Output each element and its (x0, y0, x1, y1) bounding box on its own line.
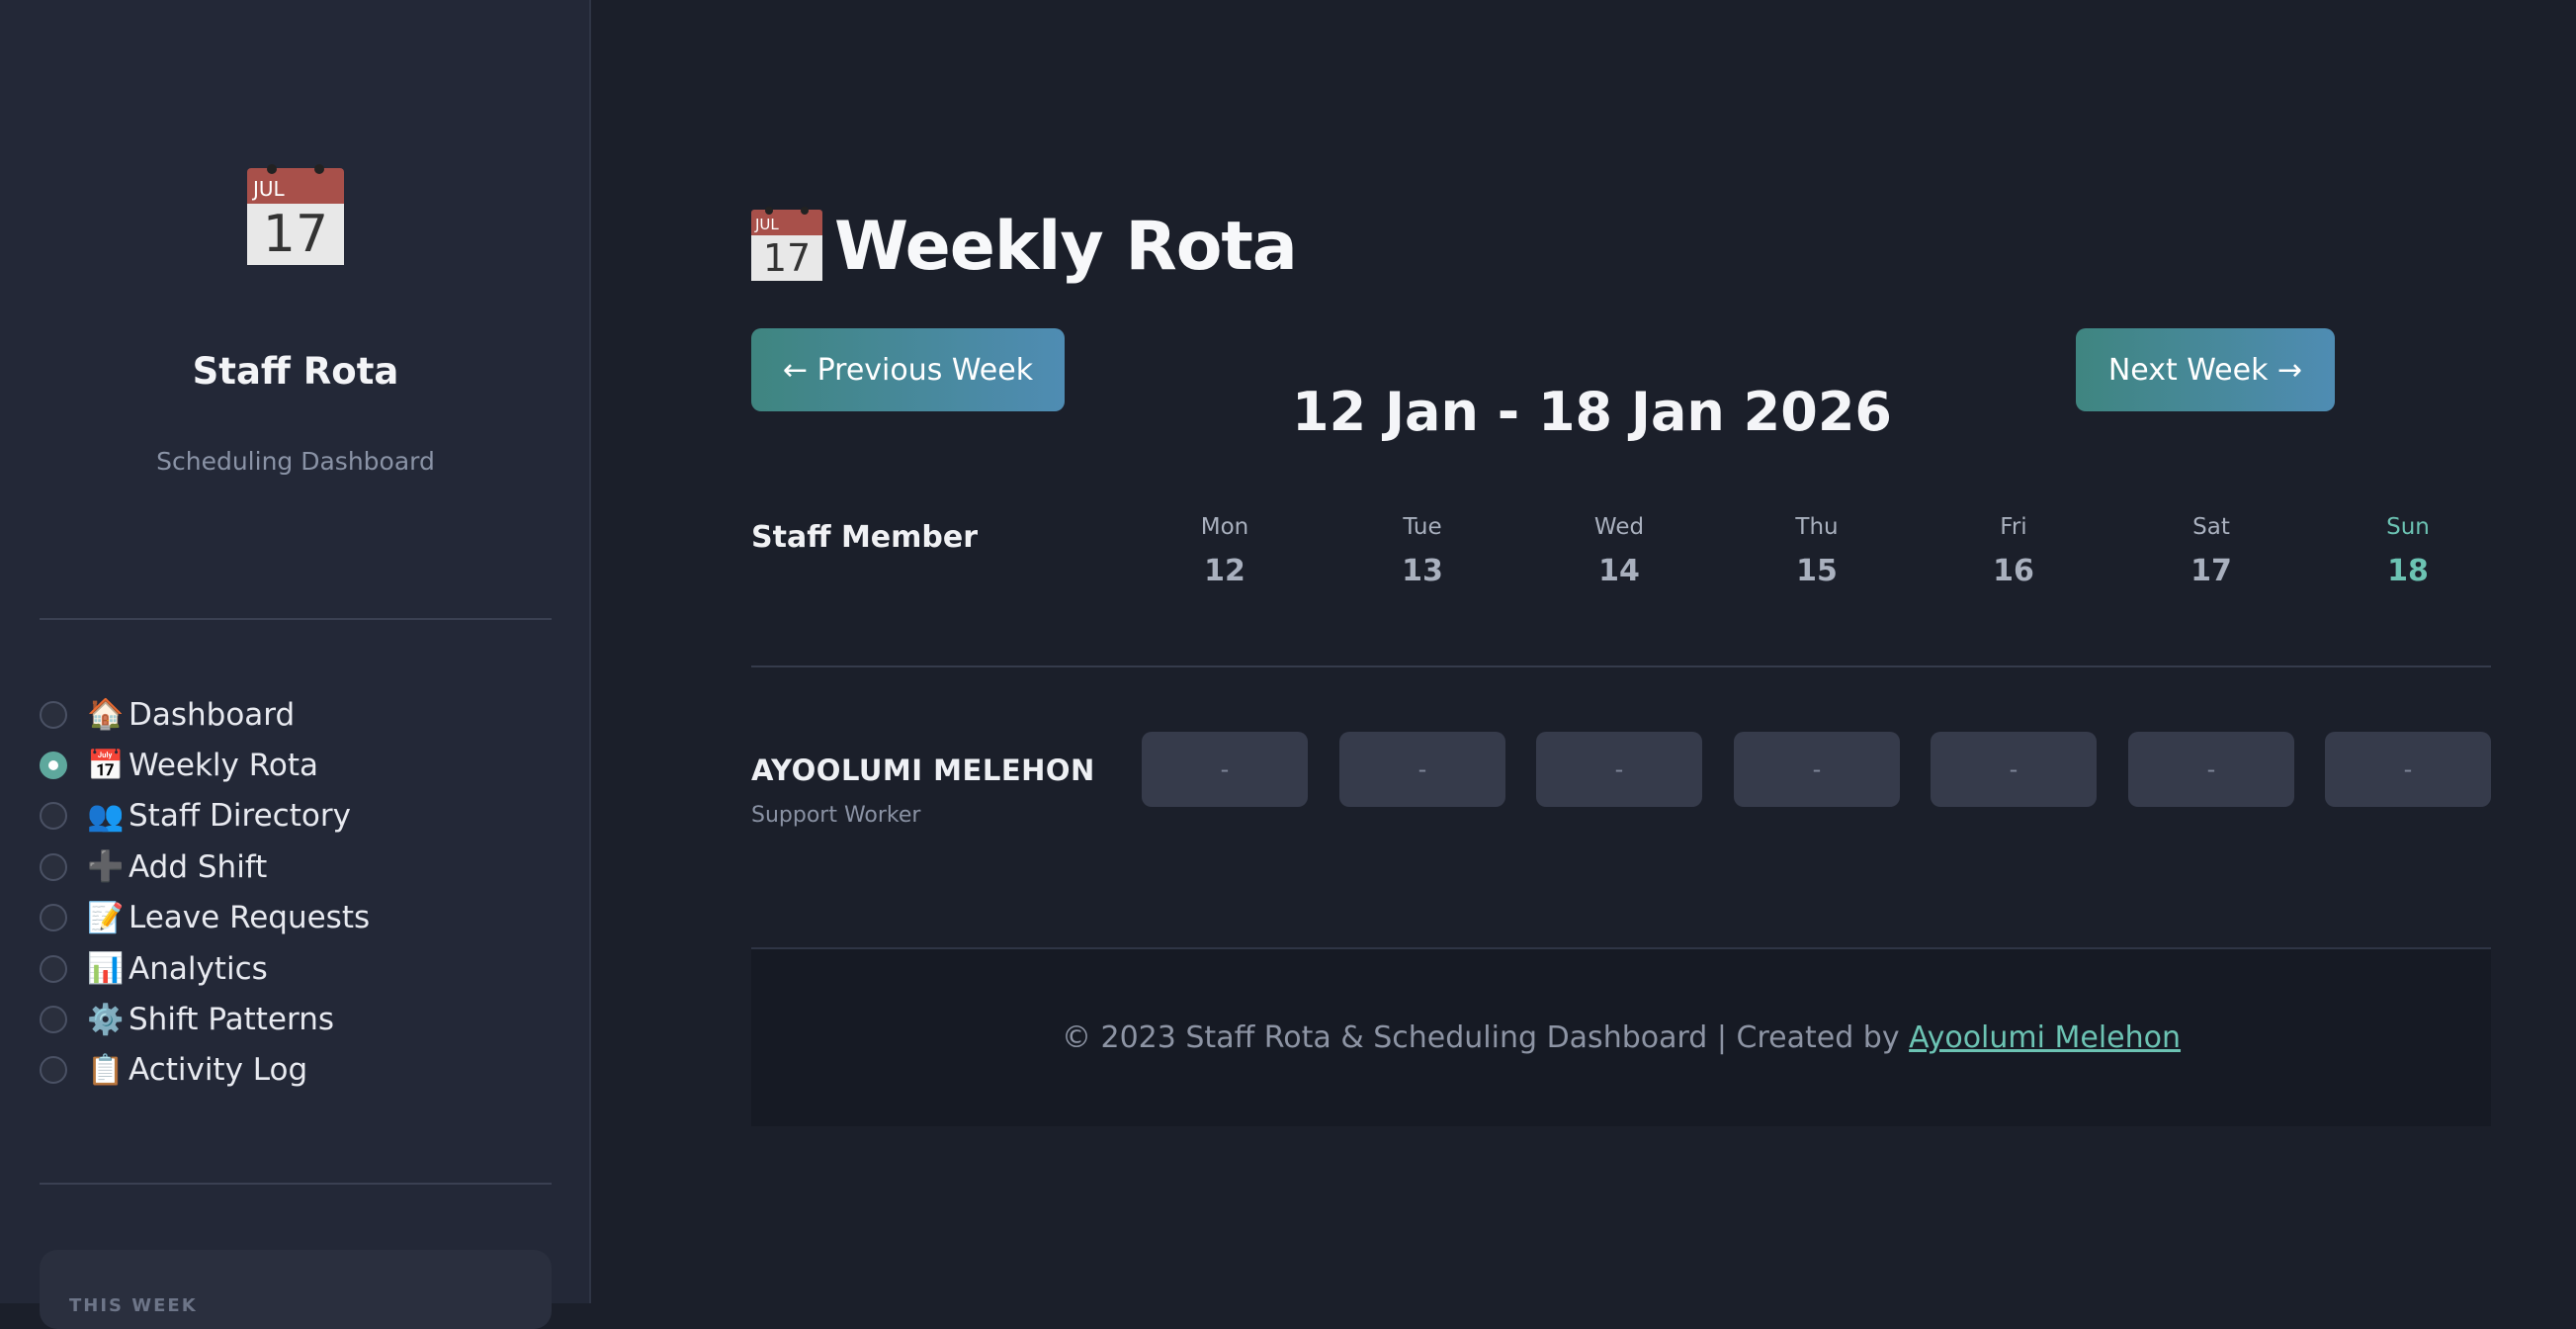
nav-item-staff-directory[interactable]: 👥 Staff Directory (40, 791, 370, 842)
shift-cell-mon[interactable]: - (1142, 732, 1308, 807)
footer-text: © 2023 Staff Rota & Scheduling Dashboard… (1061, 1020, 1910, 1055)
gear-icon: ⚙️ (87, 1002, 125, 1037)
shift-cell-wed[interactable]: - (1536, 732, 1702, 807)
main-content: JUL 17 Weekly Rota ← Previous Week Next … (593, 0, 2576, 1303)
day-header-sun: Sun 18 (2386, 514, 2430, 588)
nav-item-activity-log[interactable]: 📋 Activity Log (40, 1045, 370, 1096)
day-header-wed: Wed 14 (1593, 514, 1645, 588)
staff-role: Support Worker (751, 803, 921, 828)
page-title: JUL 17 Weekly Rota (751, 206, 1298, 286)
week-range: 12 Jan - 18 Jan 2026 (1292, 381, 1892, 443)
radio-button[interactable] (40, 1056, 67, 1085)
rota-divider (751, 665, 2491, 667)
radio-button[interactable] (40, 802, 67, 831)
staff-row: AYOOLUMI MELEHON Support Worker - - - - … (751, 730, 2491, 828)
radio-button[interactable] (40, 1006, 67, 1034)
app-title: Staff Rota (192, 350, 399, 393)
author-link[interactable]: Ayoolumi Melehon (1909, 1020, 2181, 1055)
radio-button[interactable] (40, 904, 67, 932)
nav-item-analytics[interactable]: 📊 Analytics (40, 943, 370, 994)
day-header-sat: Sat 17 (2190, 514, 2232, 588)
radio-button-selected[interactable] (40, 752, 67, 780)
calendar-icon: 📅 (87, 748, 125, 783)
staff-column-header: Staff Member (751, 520, 979, 555)
day-header-mon: Mon 12 (1200, 514, 1249, 588)
shift-cell-thu[interactable]: - (1734, 732, 1900, 807)
footer: © 2023 Staff Rota & Scheduling Dashboard… (751, 947, 2491, 1126)
nav-item-dashboard[interactable]: 🏠 Dashboard (40, 689, 370, 740)
rota-header: Staff Member Mon 12 Tue 13 Wed 14 Thu 15… (751, 514, 2491, 603)
this-week-card: THIS WEEK (40, 1250, 552, 1329)
bar-chart-icon: 📊 (87, 951, 125, 987)
shift-cell-sat[interactable]: - (2128, 732, 2294, 807)
sidebar-divider (40, 1183, 552, 1185)
calendar-icon: JUL 17 (247, 164, 344, 265)
memo-icon: 📝 (87, 900, 125, 935)
sidebar-logo: JUL 17 (0, 164, 591, 269)
radio-button[interactable] (40, 852, 67, 881)
calendar-icon: JUL 17 (751, 206, 822, 281)
shift-cell-fri[interactable]: - (1931, 732, 2097, 807)
radio-button[interactable] (40, 700, 67, 729)
people-icon: 👥 (87, 798, 125, 834)
sidebar: JUL 17 Staff Rota Scheduling Dashboard 🏠… (0, 0, 591, 1329)
shift-cell-tue[interactable]: - (1339, 732, 1505, 807)
sidebar-nav: 🏠 Dashboard 📅 Weekly Rota 👥 Staff Direct… (40, 689, 370, 1096)
nav-item-shift-patterns[interactable]: ⚙️ Shift Patterns (40, 994, 370, 1044)
shift-cell-sun[interactable]: - (2325, 732, 2491, 807)
nav-item-weekly-rota[interactable]: 📅 Weekly Rota (40, 740, 370, 790)
card-label: THIS WEEK (69, 1295, 198, 1316)
app-subtitle: Scheduling Dashboard (156, 447, 435, 476)
clipboard-icon: 📋 (87, 1052, 125, 1088)
sidebar-divider (40, 618, 552, 620)
nav-item-leave-requests[interactable]: 📝 Leave Requests (40, 893, 370, 943)
day-header-tue: Tue 13 (1402, 514, 1443, 588)
radio-button[interactable] (40, 954, 67, 983)
house-icon: 🏠 (87, 697, 125, 733)
day-header-thu: Thu 15 (1795, 514, 1839, 588)
plus-icon: ➕ (87, 849, 125, 885)
nav-item-add-shift[interactable]: ➕ Add Shift (40, 842, 370, 892)
staff-name: AYOOLUMI MELEHON (751, 753, 1095, 787)
day-header-fri: Fri 16 (1993, 514, 2034, 588)
